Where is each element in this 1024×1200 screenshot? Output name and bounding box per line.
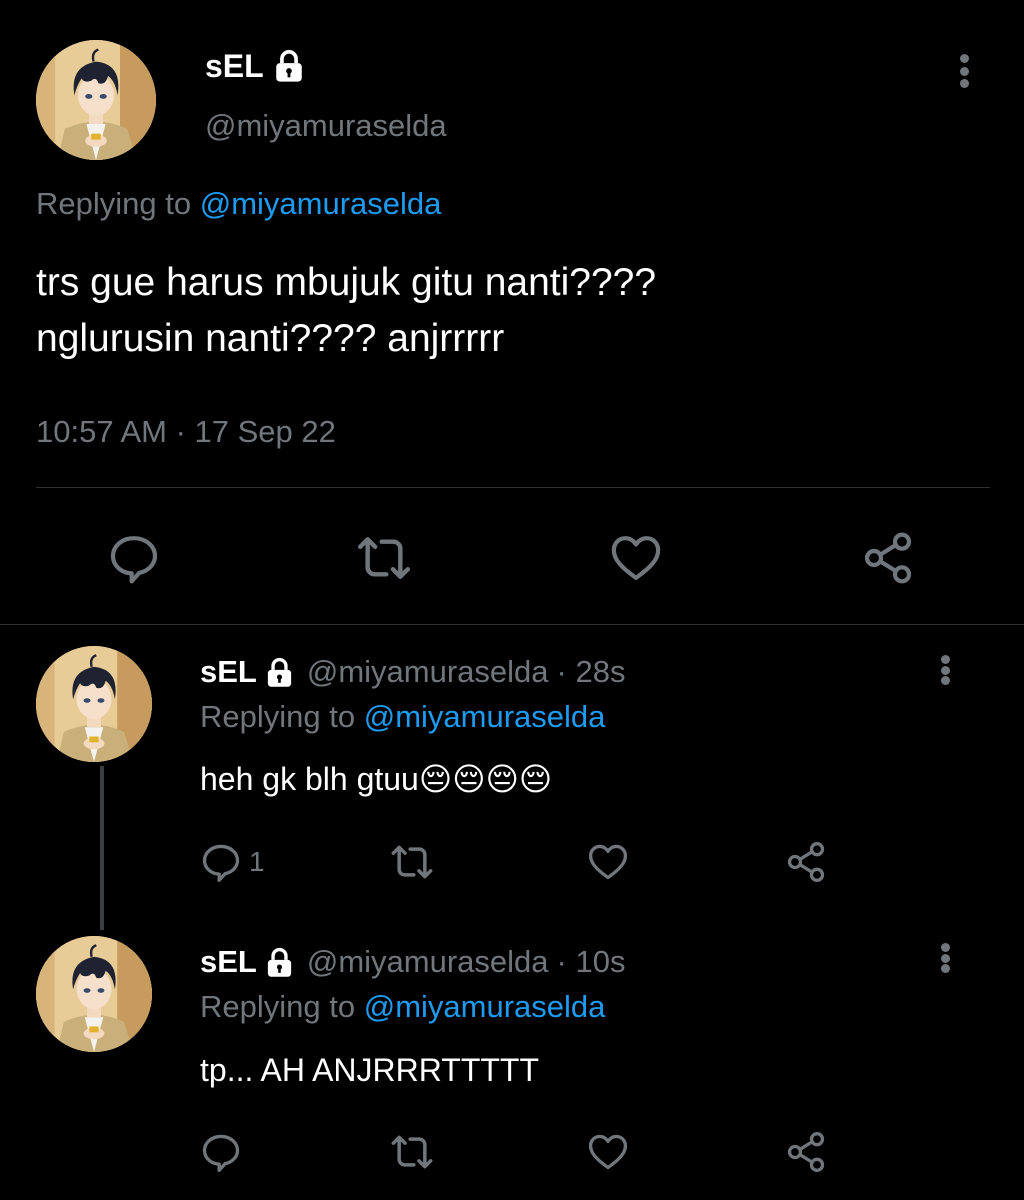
replying-to-link[interactable]: @miyamuraselda <box>200 186 442 221</box>
more-vertical-icon[interactable] <box>939 655 951 685</box>
heart-icon <box>608 530 664 586</box>
timestamp[interactable]: 10:57 AM · 17 Sep 22 <box>36 414 336 450</box>
display-name[interactable]: sEL <box>205 48 264 85</box>
avatar-image <box>36 936 152 1052</box>
display-name[interactable]: sEL <box>200 944 257 980</box>
replying-to-line: Replying to @miyamuraselda <box>36 186 441 222</box>
heart-icon <box>586 1130 630 1174</box>
replying-prefix: Replying to <box>200 989 356 1024</box>
avatar-image <box>36 646 152 762</box>
replying-prefix: Replying to <box>36 186 192 221</box>
avatar[interactable] <box>36 936 152 1052</box>
share-button[interactable] <box>784 1130 828 1174</box>
like-button[interactable] <box>586 840 630 884</box>
share-icon <box>784 1130 828 1174</box>
retweet-icon <box>356 530 412 586</box>
reply-button[interactable] <box>106 530 162 586</box>
retweet-button[interactable] <box>390 840 434 884</box>
handle[interactable]: @miyamuraselda <box>205 108 447 144</box>
like-button[interactable] <box>586 1130 630 1174</box>
reply-button[interactable]: 1 <box>199 840 265 884</box>
display-name[interactable]: sEL <box>200 654 257 690</box>
like-button[interactable] <box>608 530 664 586</box>
share-button[interactable] <box>860 530 916 586</box>
relative-time[interactable]: · 10s <box>557 944 626 980</box>
reply-icon <box>199 840 243 884</box>
reply-button[interactable] <box>199 1130 243 1174</box>
lock-icon <box>272 49 306 83</box>
reply-count: 1 <box>249 846 265 877</box>
retweet-icon <box>390 840 434 884</box>
tweet-text-line: trs gue harus mbujuk gitu nanti???? <box>36 261 657 304</box>
divider <box>36 487 990 488</box>
share-button[interactable] <box>784 840 828 884</box>
avatar-image <box>36 40 156 160</box>
replying-prefix: Replying to <box>200 699 356 734</box>
more-vertical-icon[interactable] <box>958 54 970 88</box>
reply-icon <box>199 1130 243 1174</box>
handle[interactable]: @miyamuraselda <box>307 654 549 690</box>
author-name-row[interactable]: sEL <box>205 48 306 84</box>
share-icon <box>860 530 916 586</box>
thread-connector <box>100 766 104 930</box>
retweet-button[interactable] <box>390 1130 434 1174</box>
retweet-button[interactable] <box>356 530 412 586</box>
replying-to-link[interactable]: @miyamuraselda <box>364 989 606 1024</box>
replying-to-link[interactable]: @miyamuraselda <box>364 699 606 734</box>
more-vertical-icon[interactable] <box>939 943 951 973</box>
author-name-row[interactable]: sEL @miyamuraselda · 10s <box>200 944 625 980</box>
replying-to-line: Replying to @miyamuraselda <box>200 989 605 1025</box>
tweet-text: heh gk blh gtuu😔😔😔😔 <box>200 761 553 797</box>
divider <box>0 624 1024 625</box>
share-icon <box>784 840 828 884</box>
retweet-icon <box>390 1130 434 1174</box>
relative-time[interactable]: · 28s <box>557 654 626 690</box>
tweet-text: tp... AH ANJRRRTTTTT <box>200 1052 539 1088</box>
handle[interactable]: @miyamuraselda <box>307 944 549 980</box>
lock-icon <box>264 947 295 978</box>
avatar[interactable] <box>36 40 156 160</box>
replying-to-line: Replying to @miyamuraselda <box>200 699 605 735</box>
tweet-text: trs gue harus mbujuk gitu nanti???? nglu… <box>36 255 656 367</box>
author-name-row[interactable]: sEL @miyamuraselda · 28s <box>200 654 625 690</box>
tweet-text-line: nglurusin nanti???? anjrrrrr <box>36 317 505 360</box>
lock-icon <box>264 657 295 688</box>
reply-icon <box>106 530 162 586</box>
heart-icon <box>586 840 630 884</box>
avatar[interactable] <box>36 646 152 762</box>
